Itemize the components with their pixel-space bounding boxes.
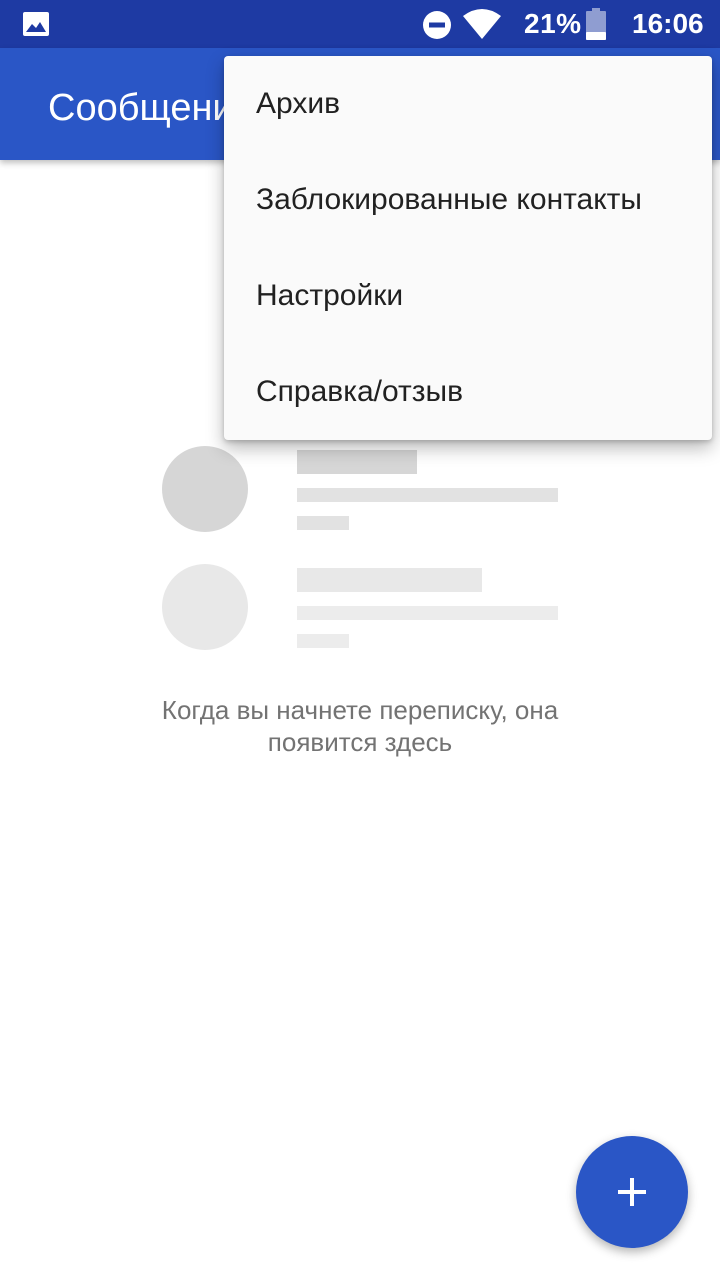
empty-state-message: Когда вы начнете переписку, она появится… (161, 695, 559, 757)
placeholder-title-line (297, 450, 417, 474)
menu-item-blocked-contacts[interactable]: Заблокированные контакты (224, 152, 712, 248)
battery-percent: 21% (524, 8, 582, 39)
menu-item-help-feedback[interactable]: Справка/отзыв (224, 344, 712, 440)
start-chat-button[interactable] (576, 1136, 688, 1248)
placeholder-time-line (297, 516, 349, 530)
menu-item-settings[interactable]: Настройки (224, 248, 712, 344)
status-bar: 21% 16:06 (0, 0, 720, 48)
plus-icon (618, 1178, 646, 1206)
clock: 16:06 (632, 8, 704, 39)
placeholder-conversation (162, 446, 562, 534)
placeholder-time-line (297, 634, 349, 648)
placeholder-text-line (297, 488, 558, 502)
placeholder-text-line (297, 606, 558, 620)
overflow-menu: Архив Заблокированные контакты Настройки… (224, 56, 712, 440)
placeholder-avatar (162, 564, 248, 650)
placeholder-title-line (297, 568, 482, 592)
do-not-disturb-icon (423, 11, 451, 39)
placeholder-avatar (162, 446, 248, 532)
menu-item-archive[interactable]: Архив (224, 56, 712, 152)
messages-screen: 21% 16:06 Сообщения Когда вы начнете пер… (0, 0, 720, 1280)
gallery-icon (23, 12, 49, 36)
placeholder-conversation (162, 564, 562, 652)
wifi-icon (463, 9, 501, 39)
battery-icon (586, 8, 606, 40)
